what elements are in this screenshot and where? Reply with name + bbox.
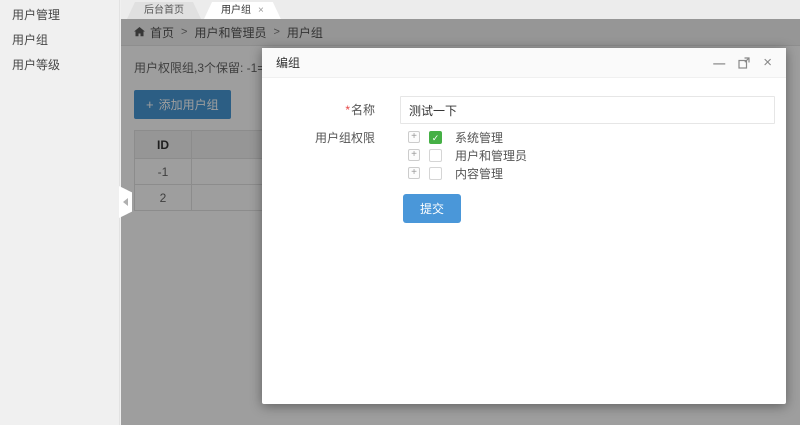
tree-item-system[interactable]: + ✓ 系统管理	[408, 130, 527, 144]
permission-tree: + ✓ 系统管理 + ✓ 用户和管理员 + ✓ 内容管理	[408, 130, 527, 184]
close-icon[interactable]: ×	[763, 55, 772, 70]
checkbox-system-checked[interactable]: ✓	[429, 131, 442, 144]
expand-icon[interactable]: +	[408, 149, 420, 161]
required-asterisk: *	[345, 103, 350, 117]
check-icon: ✓	[432, 133, 440, 143]
tab-dashboard[interactable]: 后台首页	[127, 2, 201, 19]
modal-title: 编组	[276, 54, 300, 71]
sidebar: 用户管理 用户组 用户等级	[0, 0, 120, 425]
tab-label: 用户组	[221, 2, 251, 19]
name-label-text: 名称	[351, 103, 375, 117]
modal-body: *名称 用户组权限 + ✓ 系统管理 + ✓	[262, 78, 786, 223]
checkbox-users-admins[interactable]: ✓	[429, 149, 442, 162]
sidebar-item-user-group[interactable]: 用户组	[0, 28, 119, 53]
tab-bar: 后台首页 用户组 ×	[121, 0, 800, 19]
modal-window-controls: — ×	[713, 55, 772, 70]
name-form-row: *名称	[262, 96, 786, 124]
checkbox-content[interactable]: ✓	[429, 167, 442, 180]
tab-user-group[interactable]: 用户组 ×	[204, 2, 281, 19]
modal-header: 编组 — ×	[262, 48, 786, 78]
expand-icon[interactable]: +	[408, 167, 420, 179]
chevron-left-icon	[123, 198, 128, 206]
permissions-form-row: 用户组权限 + ✓ 系统管理 + ✓ 用户和管理员	[262, 130, 786, 184]
minimize-icon[interactable]: —	[713, 57, 725, 69]
edit-group-modal: 编组 — × *名称 用户组权限	[262, 48, 786, 404]
tree-item-users-admins[interactable]: + ✓ 用户和管理员	[408, 148, 527, 162]
name-label: *名称	[262, 96, 388, 124]
tree-label-system[interactable]: 系统管理	[455, 129, 503, 146]
tab-close-icon[interactable]: ×	[258, 2, 264, 19]
main-area: 后台首页 用户组 × 首页 > 用户和管理员 > 用户组 用户权限组,3个保留:…	[121, 0, 800, 425]
tree-item-content[interactable]: + ✓ 内容管理	[408, 166, 527, 180]
name-input[interactable]	[400, 96, 775, 124]
tab-label: 后台首页	[144, 2, 184, 19]
sidebar-item-user-level[interactable]: 用户等级	[0, 53, 119, 78]
admin-page: 用户管理 用户组 用户等级 后台首页 用户组 × 首页 > 用	[0, 0, 800, 425]
permissions-label: 用户组权限	[262, 130, 388, 184]
tree-label-users-admins[interactable]: 用户和管理员	[455, 147, 527, 164]
maximize-icon[interactable]	[738, 57, 750, 69]
expand-icon[interactable]: +	[408, 131, 420, 143]
submit-button[interactable]: 提交	[403, 194, 461, 223]
submit-row: 提交	[403, 194, 786, 223]
sidebar-item-user-management[interactable]: 用户管理	[0, 3, 119, 28]
tree-label-content[interactable]: 内容管理	[455, 165, 503, 182]
